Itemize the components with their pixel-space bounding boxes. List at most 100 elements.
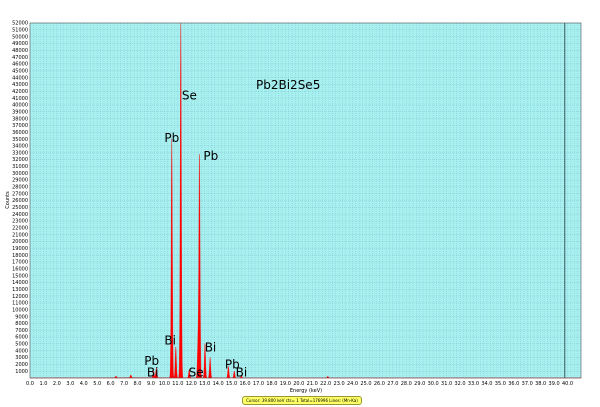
y-tick-label: 44000 bbox=[12, 75, 28, 81]
x-tick-label: 24.0 bbox=[347, 381, 358, 387]
x-tick-label: 11.0 bbox=[172, 381, 183, 387]
y-tick-label: 30000 bbox=[12, 171, 28, 177]
y-tick-label: 28000 bbox=[12, 185, 28, 191]
x-tick-label: 10.0 bbox=[159, 381, 170, 387]
y-tick-label: 50000 bbox=[12, 34, 28, 40]
y-tick-label: 10000 bbox=[12, 307, 28, 313]
x-tick-label: 23.0 bbox=[334, 381, 345, 387]
x-tick-label: 22.0 bbox=[320, 381, 331, 387]
x-tick-label: 35.0 bbox=[495, 381, 506, 387]
y-tick-label: 6000 bbox=[15, 335, 28, 341]
x-tick-label: 27.0 bbox=[387, 381, 398, 387]
y-tick-label: 34000 bbox=[12, 144, 28, 150]
x-tick-label: 25.0 bbox=[360, 381, 371, 387]
x-tick-label: 14.0 bbox=[213, 381, 224, 387]
y-tick-label: 9000 bbox=[15, 314, 28, 320]
y-tick-label: 38000 bbox=[12, 116, 28, 122]
y-tick-label: 17000 bbox=[12, 260, 28, 266]
x-tick-label: 13.0 bbox=[199, 381, 210, 387]
x-tick-label: 31.0 bbox=[441, 381, 452, 387]
x-tick-label: 3.0 bbox=[66, 381, 74, 387]
y-tick-label: 15000 bbox=[12, 273, 28, 279]
x-tick-label: 29.0 bbox=[414, 381, 425, 387]
y-tick-label: 26000 bbox=[12, 198, 28, 204]
y-tick-label: 18000 bbox=[12, 253, 28, 259]
peak-label: Bi bbox=[205, 340, 217, 354]
x-tick-label: 28.0 bbox=[401, 381, 412, 387]
peak-label: Bi bbox=[164, 334, 176, 348]
x-tick-label: 34.0 bbox=[481, 381, 492, 387]
y-tick-label: 21000 bbox=[12, 232, 28, 238]
y-tick-label: 49000 bbox=[12, 41, 28, 47]
y-tick-label: 37000 bbox=[12, 123, 28, 129]
chart-title: Pb2Bi2Se5 bbox=[256, 78, 320, 92]
y-tick-label: 41000 bbox=[12, 96, 28, 102]
y-tick-label: 42000 bbox=[12, 89, 28, 95]
peak-label: Se bbox=[182, 88, 197, 102]
eds-spectrum-chart: 1000200030004000500060007000800090001000… bbox=[5, 21, 582, 394]
x-axis-ticks: 0.0 1.0 2.0 3.0 4.0 5.0 6.0 7.0 8.0 9.0 10.0 11.0 12… bbox=[26, 381, 573, 387]
x-tick-label: 7.0 bbox=[120, 381, 128, 387]
y-tick-label: 12000 bbox=[12, 294, 28, 300]
x-tick-label: 21.0 bbox=[307, 381, 318, 387]
y-axis-ticks: 1000200030004000500060007000800090001000… bbox=[12, 21, 28, 375]
y-tick-label: 27000 bbox=[12, 191, 28, 197]
x-tick-label: 2.0 bbox=[53, 381, 61, 387]
x-tick-label: 9.0 bbox=[147, 381, 155, 387]
y-tick-label: 43000 bbox=[12, 82, 28, 88]
x-tick-label: 0.0 bbox=[26, 381, 34, 387]
y-tick-label: 23000 bbox=[12, 219, 28, 225]
x-tick-label: 19.0 bbox=[280, 381, 291, 387]
y-tick-label: 22000 bbox=[12, 226, 28, 232]
x-tick-label: 1.0 bbox=[39, 381, 47, 387]
status-bar: Cursor: 39.800 keV cts= 1 Total=176996 L… bbox=[242, 396, 362, 405]
y-tick-label: 32000 bbox=[12, 157, 28, 163]
y-tick-label: 45000 bbox=[12, 68, 28, 74]
x-tick-label: 8.0 bbox=[134, 381, 142, 387]
peak-label: Pb bbox=[164, 131, 179, 145]
peak-label: Se bbox=[189, 366, 204, 380]
y-tick-label: 47000 bbox=[12, 55, 28, 61]
y-tick-label: 16000 bbox=[12, 266, 28, 272]
y-tick-label: 36000 bbox=[12, 130, 28, 136]
x-tick-label: 33.0 bbox=[468, 381, 479, 387]
y-tick-label: 2000 bbox=[15, 362, 28, 368]
peak-label: Pb bbox=[203, 149, 218, 163]
y-tick-label: 33000 bbox=[12, 150, 28, 156]
y-tick-label: 29000 bbox=[12, 178, 28, 184]
y-tick-label: 52000 bbox=[12, 21, 28, 27]
peak-label: Bi bbox=[236, 366, 248, 380]
x-tick-label: 37.0 bbox=[522, 381, 533, 387]
y-tick-label: 1000 bbox=[15, 369, 28, 375]
y-tick-label: 4000 bbox=[15, 348, 28, 354]
y-tick-label: 14000 bbox=[12, 280, 28, 286]
y-tick-label: 20000 bbox=[12, 239, 28, 245]
y-tick-label: 11000 bbox=[12, 301, 28, 307]
x-tick-label: 18.0 bbox=[266, 381, 277, 387]
x-tick-label: 38.0 bbox=[535, 381, 546, 387]
peak-label: Bi bbox=[147, 366, 159, 380]
y-tick-label: 35000 bbox=[12, 137, 28, 143]
y-tick-label: 48000 bbox=[12, 48, 28, 54]
x-tick-label: 12.0 bbox=[186, 381, 197, 387]
y-axis-label: Counts bbox=[5, 191, 11, 209]
y-tick-label: 24000 bbox=[12, 212, 28, 218]
y-tick-label: 7000 bbox=[15, 328, 28, 334]
x-tick-label: 17.0 bbox=[253, 381, 264, 387]
x-tick-label: 26.0 bbox=[374, 381, 385, 387]
y-tick-label: 46000 bbox=[12, 62, 28, 68]
y-tick-label: 31000 bbox=[12, 164, 28, 170]
x-tick-label: 20.0 bbox=[293, 381, 304, 387]
x-tick-label: 30.0 bbox=[428, 381, 439, 387]
y-tick-label: 8000 bbox=[15, 321, 28, 327]
x-tick-label: 5.0 bbox=[93, 381, 101, 387]
x-tick-label: 40.0 bbox=[562, 381, 573, 387]
x-tick-label: 39.0 bbox=[549, 381, 560, 387]
y-tick-label: 39000 bbox=[12, 109, 28, 115]
y-tick-label: 19000 bbox=[12, 246, 28, 252]
x-tick-label: 36.0 bbox=[508, 381, 519, 387]
x-tick-label: 32.0 bbox=[454, 381, 465, 387]
y-tick-label: 13000 bbox=[12, 287, 28, 293]
y-tick-label: 51000 bbox=[12, 28, 28, 34]
y-tick-label: 3000 bbox=[15, 355, 28, 361]
